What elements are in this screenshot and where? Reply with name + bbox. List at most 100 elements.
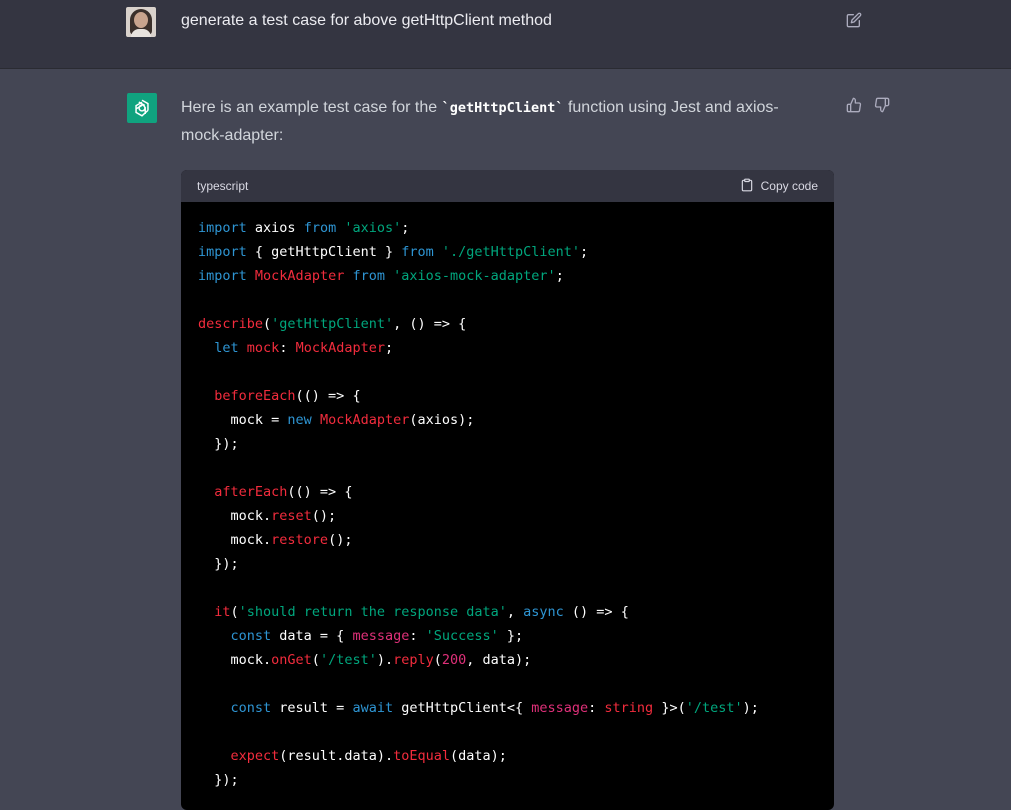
- code-token: mock.: [198, 532, 272, 548]
- code-token: , () => {: [393, 316, 467, 332]
- code-token: new: [287, 412, 312, 428]
- code-token: import: [198, 244, 247, 260]
- edit-icon[interactable]: [846, 12, 862, 28]
- code-line: mock.onGet('/test').reply(200, data);: [198, 648, 817, 672]
- code-line: describe('getHttpClient', () => {: [198, 312, 817, 336]
- code-token: await: [352, 700, 394, 716]
- code-token: restore: [271, 532, 329, 548]
- code-header: typescript Copy code: [181, 170, 834, 202]
- assistant-message-text: Here is an example test case for the `ge…: [181, 94, 821, 150]
- code-token: 'should return the response data': [238, 604, 507, 620]
- copy-code-label: Copy code: [760, 179, 818, 193]
- code-token: ;: [555, 268, 564, 284]
- code-token: });: [198, 556, 239, 572]
- intro-inline-code: `getHttpClient`: [441, 100, 564, 116]
- code-line: });: [198, 552, 817, 576]
- user-message-text: generate a test case for above getHttpCl…: [181, 12, 552, 29]
- code-token: message: [531, 700, 589, 716]
- code-token: describe: [198, 316, 264, 332]
- code-token: MockAdapter: [295, 340, 385, 356]
- code-token: it: [214, 604, 231, 620]
- thumbs-up-icon[interactable]: [846, 97, 862, 113]
- code-token: mock =: [198, 412, 288, 428]
- user-avatar: [126, 7, 156, 37]
- code-token: );: [742, 700, 759, 716]
- code-token: ();: [328, 532, 353, 548]
- clipboard-icon: [740, 178, 754, 195]
- code-token: MockAdapter: [254, 268, 345, 284]
- code-token: afterEach: [214, 484, 288, 500]
- code-token: (axios);: [409, 412, 475, 428]
- code-token: ,: [506, 604, 524, 620]
- code-token: import: [198, 268, 247, 284]
- code-token: './getHttpClient': [441, 244, 581, 260]
- code-body[interactable]: import axios from 'axios'; import { getHt…: [181, 202, 834, 806]
- code-token: (: [311, 652, 320, 668]
- code-token: 'Success': [425, 628, 499, 644]
- code-line: });: [198, 768, 817, 792]
- code-token: });: [198, 772, 239, 788]
- code-token: 'axios': [344, 220, 402, 236]
- code-line: });: [198, 432, 817, 456]
- code-token: mock.: [198, 652, 272, 668]
- code-token: :: [279, 340, 296, 356]
- code-token: };: [498, 628, 524, 644]
- code-token: from: [401, 244, 434, 260]
- code-block: typescript Copy code import axios from '…: [181, 170, 834, 810]
- code-token: MockAdapter: [319, 412, 410, 428]
- code-token: from: [303, 220, 337, 236]
- code-token: ;: [401, 220, 410, 236]
- code-token: import: [198, 220, 247, 236]
- code-token: (() => {: [287, 484, 353, 500]
- code-token: async: [523, 604, 564, 620]
- code-token: mock.: [198, 508, 272, 524]
- code-token: });: [198, 436, 239, 452]
- code-line: afterEach(() => {: [198, 480, 817, 504]
- code-line: beforeEach(() => {: [198, 384, 817, 408]
- code-token: 'axios-mock-adapter': [393, 268, 556, 284]
- code-token: reply: [393, 652, 434, 668]
- code-token: reset: [271, 508, 312, 524]
- code-token: '/test': [319, 652, 377, 668]
- code-token: (: [263, 316, 272, 332]
- code-token: (result.data).: [279, 748, 394, 764]
- code-token: (: [230, 604, 239, 620]
- code-token: toEqual: [393, 748, 450, 764]
- code-token: beforeEach: [214, 388, 296, 404]
- code-token: ;: [384, 340, 394, 356]
- code-token: '/test': [685, 700, 743, 716]
- code-token: getHttpClient<{: [393, 700, 532, 716]
- code-line: const result = await getHttpClient<{ mes…: [198, 696, 817, 720]
- code-language-label: typescript: [197, 179, 249, 193]
- code-token: onGet: [271, 652, 312, 668]
- code-token: const: [230, 628, 272, 644]
- code-token: 'getHttpClient': [271, 316, 394, 332]
- thumbs-down-icon[interactable]: [874, 97, 890, 113]
- copy-code-button[interactable]: Copy code: [740, 178, 818, 195]
- code-line: import axios from 'axios';: [198, 216, 817, 240]
- code-token: string: [604, 700, 654, 716]
- code-token: }>(: [653, 700, 686, 716]
- code-token: const: [230, 700, 272, 716]
- code-token: :: [409, 628, 426, 644]
- code-token: () => {: [563, 604, 629, 620]
- code-token: expect: [230, 748, 280, 764]
- code-token: result =: [271, 700, 353, 716]
- code-token: , data);: [466, 652, 532, 668]
